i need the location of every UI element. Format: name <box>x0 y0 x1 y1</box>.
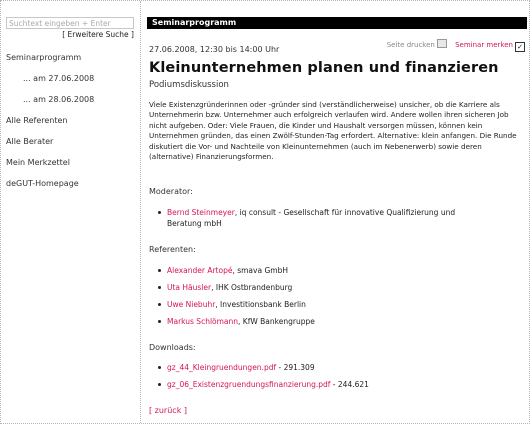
speaker-name-link[interactable]: Markus Schlömann <box>167 317 238 326</box>
speakers-label: Referenten: <box>149 245 196 254</box>
download-size: - 244.621 <box>330 380 369 389</box>
sidebar-item-homepage[interactable]: deGUT-Homepage <box>6 179 79 188</box>
page-actions: Seite drucken Seminar merken ✓ <box>387 39 525 52</box>
speaker-item: Uta Häusler, IHK Ostbrandenburg <box>157 282 293 293</box>
speaker-org: , KfW Bankengruppe <box>238 317 315 326</box>
event-subtitle: Podiumsdiskussion <box>149 80 229 90</box>
download-link[interactable]: gz_44_Kleingruendungen.pdf <box>167 363 276 372</box>
moderator-org-cont: Beratung mbH <box>167 219 222 228</box>
speaker-name-link[interactable]: Alexander Artopé <box>167 266 232 275</box>
moderator-name-link[interactable]: Bernd Steinmeyer <box>167 208 235 217</box>
print-page-link[interactable]: Seite drucken <box>387 41 435 49</box>
sidebar-item-referenten[interactable]: Alle Referenten <box>6 116 67 125</box>
sidebar: [ Erweitere Suche ] Seminarprogramm ... … <box>1 1 141 423</box>
sidebar-item-merkzettel[interactable]: Mein Merkzettel <box>6 158 70 167</box>
section-header: Seminarprogramm <box>147 17 527 29</box>
back-link[interactable]: [ zurück ] <box>149 406 187 415</box>
moderator-label: Moderator: <box>149 187 193 196</box>
speaker-name-link[interactable]: Uwe Niebuhr <box>167 300 215 309</box>
download-link[interactable]: gz_06_Existenzgruendungsfinanzierung.pdf <box>167 380 330 389</box>
speaker-item: Markus Schlömann, KfW Bankengruppe <box>158 316 315 327</box>
event-date: 27.06.2008, 12:30 bis 14:00 Uhr <box>149 45 280 54</box>
speaker-name-link[interactable]: Uta Häusler <box>167 283 211 292</box>
sidebar-item-day-2[interactable]: ... am 28.06.2008 <box>23 95 94 104</box>
download-item: gz_44_Kleingruendungen.pdf - 291.309 <box>158 362 315 373</box>
moderator-item: Bernd Steinmeyer, iq consult - Gesellsch… <box>158 207 507 229</box>
event-description: Viele Existenzgründerinnen oder -gründer… <box>149 100 517 162</box>
page-title: Kleinunternehmen planen und finanzieren <box>149 60 499 76</box>
speaker-item: Uwe Niebuhr, Investitionsbank Berlin <box>158 299 306 310</box>
speaker-item: Alexander Artopé, smava GmbH <box>158 265 288 276</box>
downloads-label: Downloads: <box>149 343 196 352</box>
speaker-org: , smava GmbH <box>232 266 288 275</box>
main-content: Seminarprogramm Seite drucken Seminar me… <box>147 17 527 415</box>
advanced-search-link[interactable]: [ Erweitere Suche ] <box>62 30 134 39</box>
moderator-org: , iq consult - Gesellschaft für innovati… <box>234 208 456 217</box>
checkbox-icon[interactable]: ✓ <box>515 42 525 52</box>
save-seminar-link[interactable]: Seminar merken <box>455 41 513 49</box>
search-input[interactable] <box>6 17 134 29</box>
printer-icon[interactable] <box>436 39 447 48</box>
sidebar-item-seminarprogramm[interactable]: Seminarprogramm <box>6 53 81 62</box>
speaker-org: , IHK Ostbrandenburg <box>211 283 293 292</box>
sidebar-item-day-1[interactable]: ... am 27.06.2008 <box>23 74 94 83</box>
sidebar-item-berater[interactable]: Alle Berater <box>6 137 53 146</box>
download-item: gz_06_Existenzgruendungsfinanzierung.pdf… <box>158 379 369 390</box>
speaker-org: , Investitionsbank Berlin <box>215 300 306 309</box>
page: [ Erweitere Suche ] Seminarprogramm ... … <box>0 0 530 424</box>
download-size: - 291.309 <box>276 363 315 372</box>
